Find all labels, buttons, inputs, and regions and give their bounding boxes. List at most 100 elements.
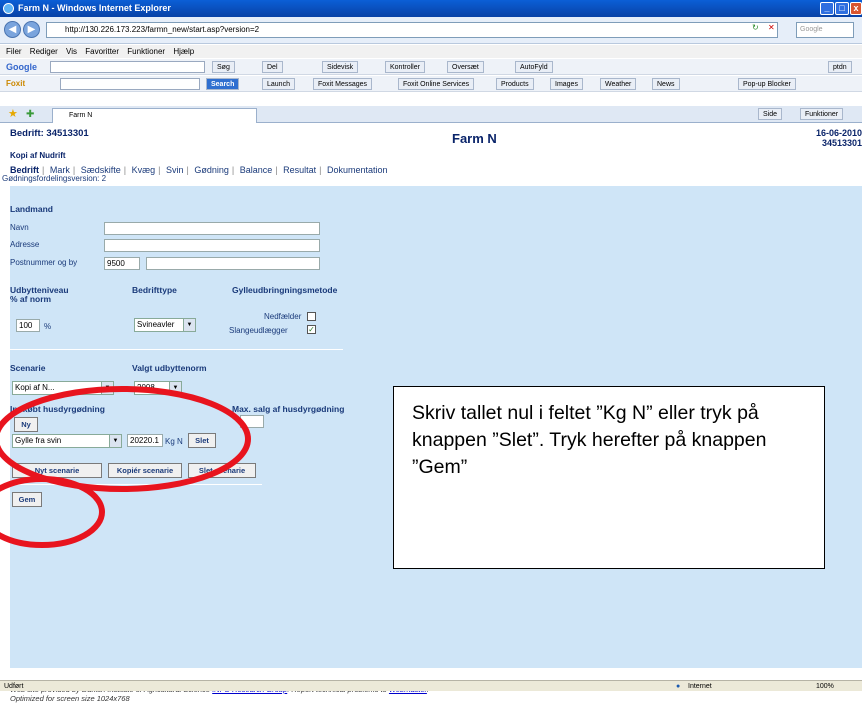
page-menu[interactable]: Side — [758, 108, 783, 120]
window-titlebar: Farm N - Windows Internet Explorer _ □ x — [0, 0, 862, 17]
tools-menu[interactable]: Funktioner — [800, 108, 844, 120]
postnr-input[interactable]: 9500 — [104, 257, 140, 270]
menu-vis[interactable]: Vis — [66, 47, 77, 56]
favorites-star-icon[interactable]: ★ — [8, 106, 18, 123]
scenario-name: Kopi af Nudrift — [10, 151, 66, 160]
ie-logo-icon — [3, 3, 14, 14]
tab-kvaeg[interactable]: Kvæg — [132, 165, 156, 175]
maxsalg-header: Max. salg af husdyrgødning — [232, 404, 345, 414]
slange-label: Slangeudlægger — [229, 326, 288, 335]
adresse-input[interactable] — [104, 239, 320, 252]
navn-label: Navn — [10, 223, 29, 232]
tab-farm-n[interactable]: Farm N — [52, 108, 257, 123]
navn-input[interactable] — [104, 222, 320, 235]
menu-filer[interactable]: Filer — [6, 47, 22, 56]
weather-button[interactable]: Weather — [600, 78, 637, 90]
popup-blocker-button[interactable]: Pop-up Blocker — [738, 78, 796, 90]
slet-button[interactable]: Slet — [188, 433, 216, 448]
nyt-scenarie-button[interactable]: Nyt scenarie — [12, 463, 102, 478]
news-button[interactable]: News — [652, 78, 680, 90]
footer-optimized: Optimized for screen size 1024x768 — [10, 694, 130, 703]
foxit-toolbar: Foxit Search Launch Foxit Messages Foxit… — [0, 76, 862, 92]
gem-button[interactable]: Gem — [12, 492, 42, 507]
udbyttenorm-select[interactable]: 2008 ▼ — [134, 381, 182, 395]
back-icon[interactable]: ◀ — [4, 21, 21, 38]
scenarie-header: Scenarie — [10, 363, 46, 373]
ny-button[interactable]: Ny — [14, 417, 38, 432]
header-date-id: 34513301 — [821, 138, 862, 148]
gylle-select[interactable]: Gylle fra svin ▼ — [12, 434, 122, 448]
zone-text: Internet — [688, 683, 712, 690]
zoom-text[interactable]: 100% — [816, 681, 834, 692]
window-title: Farm N - Windows Internet Explorer — [18, 3, 171, 13]
close-icon[interactable]: x — [850, 2, 862, 15]
kopier-scenarie-button[interactable]: Kopiér scenarie — [108, 463, 182, 478]
google-logo: Google — [6, 62, 37, 72]
profile-button[interactable]: ptdn — [828, 61, 852, 73]
tab-dokumentation[interactable]: Dokumentation — [327, 165, 388, 175]
scenarie-select[interactable]: Kopi af N... ▼ — [12, 381, 114, 395]
tab-svin[interactable]: Svin — [166, 165, 184, 175]
menu-favoritter[interactable]: Favoritter — [85, 47, 119, 56]
minimize-icon[interactable]: _ — [820, 2, 834, 15]
app-title: Farm N — [452, 131, 497, 146]
products-button[interactable]: Products — [496, 78, 534, 90]
check-button[interactable]: Kontroller — [385, 61, 425, 73]
slet-scenarie-button[interactable]: Slet scenarie — [188, 463, 256, 478]
kg-n-input[interactable]: 20220.1 — [127, 434, 163, 447]
foxit-search-input[interactable] — [60, 78, 200, 90]
tab-balance[interactable]: Balance — [240, 165, 273, 175]
foxit-online-button[interactable]: Foxit Online Services — [398, 78, 475, 90]
nedfaelder-label: Nedfælder — [264, 312, 302, 321]
by-input[interactable] — [146, 257, 320, 270]
forward-icon[interactable]: ▶ — [23, 21, 40, 38]
menu-funktioner[interactable]: Funktioner — [127, 47, 165, 56]
slange-checkbox[interactable]: ✓ — [307, 325, 316, 334]
chevron-down-icon: ▼ — [109, 435, 121, 447]
bedriftstype-value: Svineavler — [137, 320, 175, 329]
refresh-icon[interactable]: ↻ — [752, 23, 759, 32]
foxit-logo: Foxit — [6, 79, 26, 88]
tab-godning[interactable]: Gødning — [194, 165, 229, 175]
url-input[interactable]: http://130.226.173.223/farmn_new/start.a… — [46, 22, 778, 38]
bedriftstype-select[interactable]: Svineavler ▼ — [134, 318, 196, 332]
share-button[interactable]: Del — [262, 61, 283, 73]
autofill-button[interactable]: AutoFyld — [515, 61, 553, 73]
page-header: Bedrift: 34513301 Kopi af Nudrift Farm N… — [0, 124, 862, 160]
udbytte-unit: % — [44, 322, 52, 331]
adresse-label: Adresse — [10, 240, 40, 249]
add-favorite-icon[interactable]: ✚ — [26, 106, 34, 123]
maxsalg-input[interactable] — [240, 415, 264, 428]
divider — [10, 349, 343, 350]
gylle-value: Gylle fra svin — [15, 436, 62, 445]
stop-icon[interactable]: ✕ — [768, 23, 775, 32]
menu-bar: Filer Rediger Vis Favoritter Funktioner … — [0, 45, 862, 58]
udbytte-input[interactable]: 100 — [16, 319, 40, 332]
search-input[interactable]: Google — [796, 22, 854, 38]
google-search-input[interactable] — [50, 61, 205, 73]
udbyttenorm-value: 2008 — [137, 383, 155, 392]
menu-hjaelp[interactable]: Hjælp — [173, 47, 194, 56]
launch-button[interactable]: Launch — [262, 78, 295, 90]
postnr-label: Postnummer og by — [10, 258, 78, 267]
foxit-messages-button[interactable]: Foxit Messages — [313, 78, 373, 90]
status-text: Udført — [4, 683, 24, 690]
bedrift-id: Bedrift: 34513301 — [10, 128, 89, 139]
sidewiki-button[interactable]: Sidevisk — [322, 61, 359, 73]
chevron-down-icon: ▼ — [169, 382, 181, 394]
divider — [10, 484, 262, 485]
menu-rediger[interactable]: Rediger — [30, 47, 58, 56]
nedfaelder-checkbox[interactable] — [307, 312, 316, 321]
udbytte-sub: % af norm — [10, 294, 52, 304]
status-bar: Udført ● Internet 100% — [0, 680, 862, 691]
internet-zone-icon: ● — [676, 683, 681, 690]
version-text: Gødningsfordelingsversion: 2 — [2, 174, 107, 183]
maximize-icon[interactable]: □ — [835, 2, 849, 15]
translate-button[interactable]: Oversæt — [447, 61, 484, 73]
foxit-search-button[interactable]: Search — [206, 78, 240, 90]
tab-resultat[interactable]: Resultat — [283, 165, 316, 175]
google-search-button[interactable]: Søg — [212, 61, 235, 73]
chevron-down-icon: ▼ — [101, 382, 113, 394]
images-button[interactable]: Images — [550, 78, 583, 90]
tab-bar: ★ ✚ Farm N Side Funktioner — [0, 106, 862, 123]
